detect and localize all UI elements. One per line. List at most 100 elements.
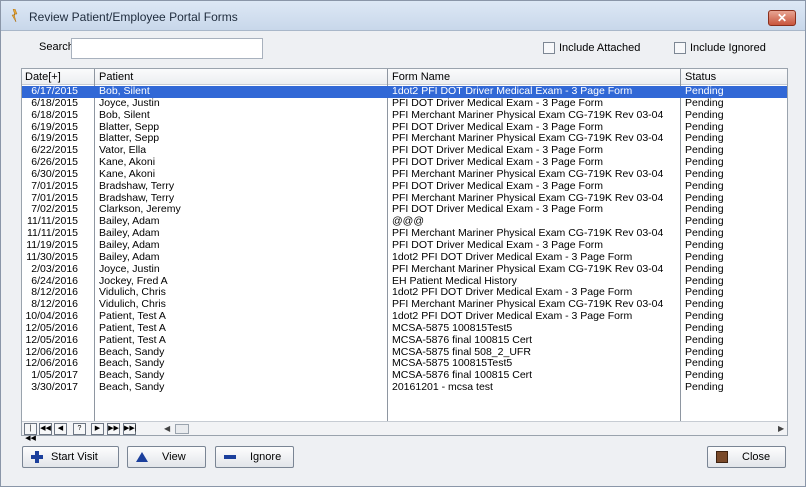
cell-date: 7/02/2015 <box>31 204 78 216</box>
search-input[interactable] <box>71 38 263 59</box>
column-header-date[interactable]: Date[+] <box>22 70 61 84</box>
table-row[interactable]: 12/06/2016 Beach, Sandy MCSA-5875 100815Te… <box>22 358 787 370</box>
scroll-right-arrow-icon[interactable]: ▶ <box>778 424 784 433</box>
start-visit-button[interactable]: Start Visit <box>22 446 119 468</box>
cell-status: Pending <box>685 358 724 370</box>
include-ignored-checkbox[interactable] <box>674 42 686 54</box>
cell-patient: Patient, Test A <box>99 334 166 346</box>
close-window-button[interactable]: ✕ <box>768 10 796 26</box>
table-row[interactable]: 7/01/2015 Bradshaw, Terry PFI Merchant Mar… <box>22 193 787 205</box>
table-row[interactable]: 12/05/2016 Patient, Test A MCSA-5876 final… <box>22 335 787 347</box>
cell-form-name: MCSA-5875 100815Test5 <box>392 358 513 370</box>
cell-status: Pending <box>685 299 724 311</box>
table-row[interactable]: 8/12/2016 Vidulich, Chris 1dot2 PFI DOT Dr… <box>22 287 787 299</box>
column-header-patient[interactable]: Patient <box>96 70 133 84</box>
start-visit-label: Start Visit <box>51 451 98 463</box>
cell-patient: Kane, Akoni <box>99 157 156 169</box>
horizontal-scrollbar-thumb[interactable] <box>175 424 189 434</box>
table-row[interactable]: 6/22/2015 Vator, Ella PFI DOT Driver Medic… <box>22 145 787 157</box>
table-row[interactable]: 7/01/2015 Bradshaw, Terry PFI DOT Driver M… <box>22 181 787 193</box>
table-row[interactable]: 11/11/2015 Bailey, Adam PFI Merchant Marin… <box>22 228 787 240</box>
close-label: Close <box>742 451 771 463</box>
column-header-form-name[interactable]: Form Name <box>389 70 450 84</box>
table-row[interactable]: 6/26/2015 Kane, Akoni PFI DOT Driver Medic… <box>22 157 787 169</box>
cell-date: 3/30/2017 <box>31 382 78 394</box>
cell-date: 11/19/2015 <box>26 239 78 251</box>
column-header-status[interactable]: Status <box>682 70 716 84</box>
cell-patient: Bailey, Adam <box>99 228 160 240</box>
table-row[interactable]: 8/12/2016 Vidulich, Chris PFI Merchant Mar… <box>22 299 787 311</box>
cell-form-name: MCSA-5876 final 100815 Cert <box>392 334 533 346</box>
cell-date: 12/05/2016 <box>25 322 78 334</box>
prev-page-button[interactable]: ◀◀ <box>39 423 52 435</box>
table-row[interactable]: 6/24/2016 Jockey, Fred A EH Patient Medica… <box>22 276 787 288</box>
cell-patient: Bradshaw, Terry <box>99 192 175 204</box>
cell-patient: Patient, Test A <box>99 322 166 334</box>
table-row[interactable]: 11/19/2015 Bailey, Adam PFI DOT Driver Med… <box>22 240 787 252</box>
include-ignored-option[interactable]: Include Ignored <box>674 41 766 55</box>
table-row[interactable]: 7/02/2015 Clarkson, Jeremy PFI DOT Driver … <box>22 204 787 216</box>
last-record-button[interactable]: ▶▶| <box>123 423 137 435</box>
cell-form-name: PFI Merchant Mariner Physical Exam CG-71… <box>392 168 664 180</box>
cell-date: 6/17/2015 <box>31 86 78 97</box>
ignore-button[interactable]: Ignore <box>215 446 294 468</box>
table-row[interactable]: 6/19/2015 Blatter, Sepp PFI DOT Driver Med… <box>22 122 787 134</box>
cell-form-name: PFI Merchant Mariner Physical Exam CG-71… <box>392 133 664 145</box>
cell-date: 12/05/2016 <box>25 334 78 346</box>
plus-icon <box>31 451 43 463</box>
help-button[interactable]: ? <box>73 423 86 435</box>
next-record-button[interactable]: ▶ <box>91 423 104 435</box>
table-row[interactable]: 6/17/2015 Bob, Silent 1dot2 PFI DOT Driver… <box>22 86 787 98</box>
table-row[interactable]: 11/30/2015 Bailey, Adam 1dot2 PFI DOT Driv… <box>22 252 787 264</box>
title-bar[interactable]: Review Patient/Employee Portal Forms ✕ <box>1 1 805 31</box>
table-row[interactable]: 11/11/2015 Bailey, Adam @@@ Pending <box>22 216 787 228</box>
grid-navigator: |◀◀ ◀◀ ◀ ? ▶ ▶▶ ▶▶| ◀ ▶ <box>22 421 787 442</box>
cell-status: Pending <box>685 168 724 180</box>
cell-status: Pending <box>685 121 724 133</box>
cell-form-name: 1dot2 PFI DOT Driver Medical Exam - 3 Pa… <box>392 86 633 97</box>
cell-status: Pending <box>685 334 724 346</box>
table-row[interactable]: 3/30/2017 Beach, Sandy 20161201 - mcsa tes… <box>22 382 787 394</box>
cell-patient: Bob, Silent <box>99 86 150 97</box>
cell-patient: Beach, Sandy <box>99 346 165 358</box>
cell-status: Pending <box>685 275 724 287</box>
cell-form-name: EH Patient Medical History <box>392 275 517 287</box>
cell-patient: Joyce, Justin <box>99 97 160 109</box>
table-row[interactable]: 6/18/2015 Bob, Silent PFI Merchant Mariner… <box>22 110 787 122</box>
cell-date: 2/03/2016 <box>31 263 78 275</box>
cell-date: 6/30/2015 <box>31 168 78 180</box>
app-icon <box>11 9 18 22</box>
cell-form-name: @@@ <box>392 216 424 228</box>
cell-date: 10/04/2016 <box>25 311 78 323</box>
table-row[interactable]: 12/06/2016 Beach, Sandy MCSA-5875 final 50… <box>22 347 787 359</box>
cell-date: 6/18/2015 <box>31 109 78 121</box>
cell-status: Pending <box>685 192 724 204</box>
cell-status: Pending <box>685 109 724 121</box>
include-attached-option[interactable]: Include Attached <box>543 41 640 55</box>
prev-record-button[interactable]: ◀ <box>54 423 67 435</box>
table-row[interactable]: 12/05/2016 Patient, Test A MCSA-5875 10081… <box>22 323 787 335</box>
table-row[interactable]: 2/03/2016 Joyce, Justin PFI Merchant Marin… <box>22 264 787 276</box>
cell-form-name: PFI Merchant Mariner Physical Exam CG-71… <box>392 228 664 240</box>
table-row[interactable]: 6/18/2015 Joyce, Justin PFI DOT Driver Med… <box>22 98 787 110</box>
cell-date: 11/11/2015 <box>27 228 78 240</box>
cell-form-name: PFI Merchant Mariner Physical Exam CG-71… <box>392 192 664 204</box>
scroll-left-arrow-icon[interactable]: ◀ <box>164 424 170 433</box>
door-exit-icon <box>716 451 728 463</box>
table-row[interactable]: 1/05/2017 Beach, Sandy MCSA-5876 final 100… <box>22 370 787 382</box>
close-button[interactable]: Close <box>707 446 786 468</box>
cell-status: Pending <box>685 251 724 263</box>
cell-patient: Jockey, Fred A <box>99 275 168 287</box>
table-row[interactable]: 10/04/2016 Patient, Test A 1dot2 PFI DOT D… <box>22 311 787 323</box>
table-row[interactable]: 6/30/2015 Kane, Akoni PFI Merchant Mariner… <box>22 169 787 181</box>
next-page-button[interactable]: ▶▶ <box>107 423 120 435</box>
include-attached-checkbox[interactable] <box>543 42 555 54</box>
first-record-button[interactable]: |◀◀ <box>24 423 37 442</box>
forms-grid[interactable]: Date[+] Patient Form Name Status 6/17/20… <box>21 68 788 442</box>
cell-status: Pending <box>685 97 724 109</box>
table-row[interactable]: 6/19/2015 Blatter, Sepp PFI Merchant Marin… <box>22 133 787 145</box>
cell-date: 6/19/2015 <box>31 133 78 145</box>
cell-form-name: 1dot2 PFI DOT Driver Medical Exam - 3 Pa… <box>392 287 633 299</box>
cell-patient: Kane, Akoni <box>99 168 156 180</box>
view-button[interactable]: View <box>127 446 206 468</box>
